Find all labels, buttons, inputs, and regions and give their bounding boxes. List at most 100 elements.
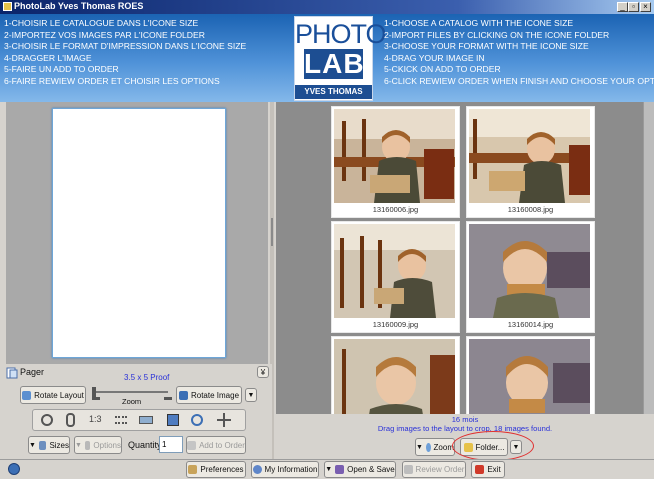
rotate-layout-button[interactable]: Rotate Layout [20, 386, 86, 404]
rotate-layout-label: Rotate Layout [34, 390, 84, 400]
exit-icon [475, 465, 485, 474]
splitter-grip[interactable] [271, 218, 273, 246]
sizes-icon [38, 440, 47, 450]
quantity-input[interactable] [159, 436, 183, 453]
my-information-label: My Information [264, 465, 318, 474]
thumbnail[interactable]: 13160014.jpg [466, 221, 595, 333]
minimize-button[interactable]: _ [617, 2, 628, 12]
step-fr: 1-CHOISIR LE CATALOGUE DANS L'ICONE SIZE [4, 18, 199, 28]
zoom-slider[interactable]: Zoom [92, 386, 172, 410]
preferences-label: Preferences [200, 465, 244, 474]
layout-toolbar: 1:3 [32, 409, 246, 431]
crosshair-icon[interactable] [217, 413, 231, 427]
print-layout-preview[interactable] [52, 108, 226, 358]
rotate-image-dropdown[interactable]: ▼ [245, 388, 257, 402]
logo-lab-text: LAB [304, 48, 365, 79]
close-button[interactable]: × [640, 2, 651, 12]
thumbnail-filename: 13160009.jpg [372, 320, 419, 329]
sizes-button[interactable]: ▼ Sizes [28, 436, 70, 454]
step-fr: 5-FAIRE UN ADD TO ORDER [4, 64, 119, 74]
photo-boy-table [469, 109, 590, 203]
instructions-banner: 1-CHOISIR LE CATALOGUE DANS L'ICONE SIZE… [0, 14, 654, 102]
vertical-scrollbar[interactable] [643, 102, 654, 414]
rotate-layout-icon [22, 390, 32, 400]
steps-french: 1-CHOISIR LE CATALOGUE DANS L'ICONE SIZE… [4, 18, 246, 87]
collapse-toggle[interactable]: ¥ [257, 366, 269, 378]
preferences-icon [188, 465, 198, 474]
step-en: 2-IMPORT FILES BY CLICKING ON THE ICONE … [384, 29, 610, 40]
rotate-image-label: Rotate Image [190, 390, 240, 400]
help-icon[interactable] [8, 463, 20, 475]
center-icon[interactable] [41, 414, 53, 426]
photo-boy-chair [334, 224, 455, 318]
quantity-label: Quantity [128, 440, 162, 450]
drag-hint-text: Drag images to the layout to crop. 18 im… [377, 424, 553, 433]
options-icon [84, 440, 91, 450]
thumbnail[interactable]: 13160008.jpg [466, 106, 595, 218]
highlight-circle [452, 431, 534, 461]
preferences-button[interactable]: Preferences [186, 461, 246, 478]
zoom-icon [425, 442, 431, 452]
fit-vertical-icon[interactable] [66, 413, 75, 427]
pager-controls: Pager 3.5 x 5 Proof ¥ Rotate Layout Zoom… [0, 364, 272, 459]
pager-icon [6, 367, 18, 379]
ratio-icon[interactable]: 1:3 [89, 414, 102, 424]
step-en: 1-CHOOSE A CATALOG WITH THE ICONE SIZE [384, 18, 574, 28]
zoom-button[interactable]: ▼ Zoom [415, 438, 455, 456]
add-to-order-label: Add to Order [199, 440, 245, 450]
rotate-image-button[interactable]: Rotate Image [176, 386, 242, 404]
logo-yves-thomas-text: YVES THOMAS [304, 87, 363, 96]
title-bar: PhotoLab Yves Thomas ROES _ ▫ × [0, 0, 654, 14]
step-fr: 6-FAIRE REWIEW ORDER ET CHOISIR LES OPTI… [4, 75, 220, 86]
bottom-toolbar: Preferences My Information ▼ Open & Save… [0, 459, 654, 479]
add-icon [187, 440, 197, 450]
browser-status-area: 16 mois Drag images to the layout to cro… [276, 414, 654, 461]
steps-english: 1-CHOOSE A CATALOG WITH THE ICONE SIZE 2… [384, 18, 654, 87]
proof-size-label: 3.5 x 5 Proof [124, 373, 170, 382]
exit-button[interactable]: Exit [471, 461, 505, 478]
thumbnail-filename: 13160014.jpg [507, 320, 554, 329]
sizes-label: Sizes [49, 440, 69, 450]
image-icon[interactable] [167, 414, 179, 426]
photo-boy-closeup [469, 224, 590, 318]
step-fr: 4-DRAGGER L'IMAGE [4, 52, 92, 63]
open-save-icon [335, 465, 345, 474]
add-to-order-button[interactable]: Add to Order [186, 436, 246, 454]
fill-icon[interactable] [139, 416, 153, 424]
thumbnail[interactable]: 13160009.jpg [331, 221, 460, 333]
step-en: 6-CLICK REWIEW ORDER WHEN FINISH AND CHO… [384, 75, 654, 86]
thumbnail-filename: 13160006.jpg [372, 205, 419, 214]
thumbnail[interactable]: 13160006.jpg [331, 106, 460, 218]
open-save-button[interactable]: ▼ Open & Save [324, 461, 396, 478]
zoom-button-label: Zoom [433, 442, 454, 452]
app-icon [3, 2, 12, 11]
window-title: PhotoLab Yves Thomas ROES [14, 1, 144, 11]
review-order-label: Review Order [415, 465, 465, 474]
thumbnail-filename: 13160008.jpg [507, 205, 554, 214]
thumbnail[interactable] [331, 336, 460, 416]
user-icon [252, 465, 262, 474]
review-order-icon [403, 465, 413, 474]
options-button[interactable]: ▼ Options [74, 436, 122, 454]
folder-name-text: 16 mois [451, 415, 479, 424]
step-en: 3-CHOOSE YOUR FORMAT WITH THE ICONE SIZE [384, 41, 589, 51]
thumbnail[interactable] [466, 336, 595, 416]
photolab-logo: PHOTO LAB YVES THOMAS [294, 16, 387, 101]
grid-icon[interactable] [115, 416, 127, 424]
open-save-label: Open & Save [347, 465, 395, 474]
options-label: Options [93, 440, 121, 450]
my-information-button[interactable]: My Information [251, 461, 319, 478]
photo-boy-closeup [334, 339, 455, 415]
review-order-button[interactable]: Review Order [402, 461, 466, 478]
maximize-button[interactable]: ▫ [628, 2, 639, 12]
pager-label: Pager [20, 367, 45, 377]
photo-boy-closeup [469, 339, 590, 415]
step-en: 5-CKICK ON ADD TO ORDER [384, 64, 501, 74]
step-fr: 2-IMPORTEZ VOS IMAGES PAR L'ICONE FOLDER [4, 29, 205, 40]
exit-label: Exit [487, 465, 501, 474]
magnify-icon[interactable] [191, 414, 203, 426]
step-en: 4-DRAG YOUR IMAGE IN [384, 52, 485, 63]
photo-boy-table [334, 109, 455, 203]
zoom-slider-label: Zoom [122, 397, 142, 406]
logo-photo-text: PHOTO [295, 19, 387, 49]
